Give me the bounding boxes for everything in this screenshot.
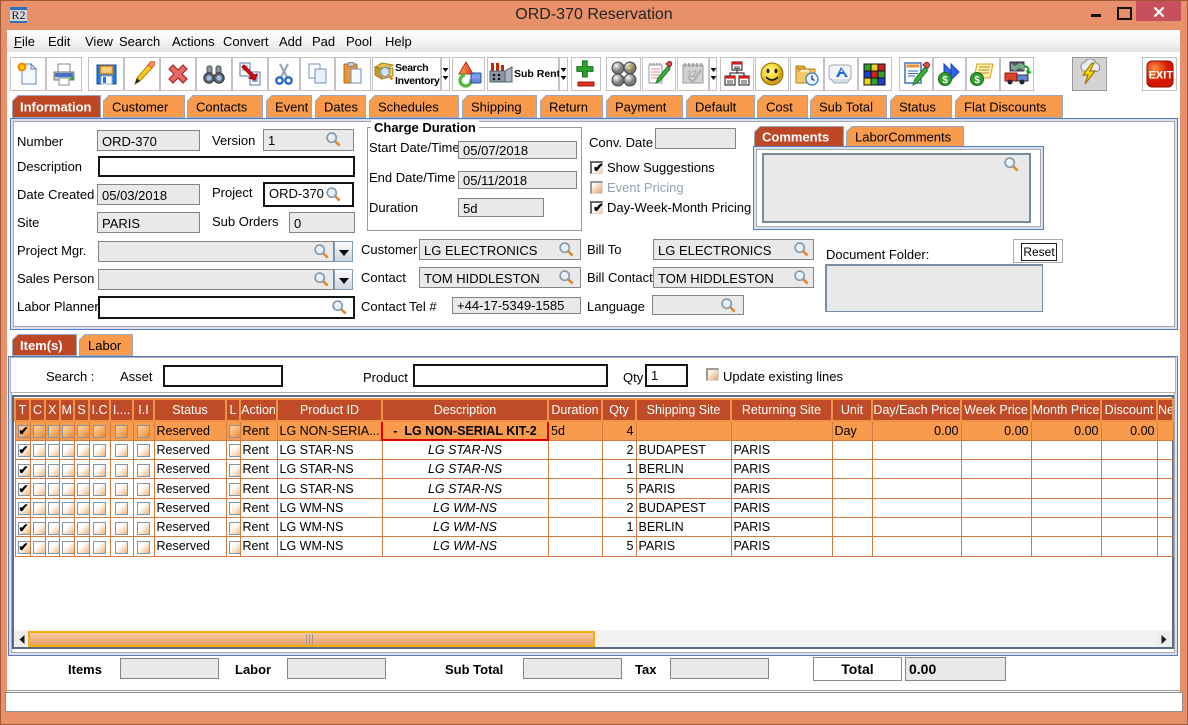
svg-text:Return: Return bbox=[549, 100, 588, 115]
svg-text:Shipping: Shipping bbox=[471, 100, 522, 115]
svg-text:?: ? bbox=[627, 64, 633, 75]
svg-text:Schedules: Schedules bbox=[378, 100, 439, 115]
svg-text:Sub Total: Sub Total bbox=[819, 100, 873, 115]
svg-text:Labor: Labor bbox=[88, 338, 122, 353]
svg-text:Cost: Cost bbox=[766, 100, 793, 115]
svg-text:$: $ bbox=[974, 75, 980, 86]
svg-text:Item(s): Item(s) bbox=[20, 338, 63, 353]
svg-text:Flat Discounts: Flat Discounts bbox=[964, 100, 1047, 115]
svg-text:Default: Default bbox=[695, 100, 737, 115]
svg-text:Payment: Payment bbox=[615, 100, 667, 115]
svg-text:Event: Event bbox=[275, 100, 309, 115]
svg-text:LaborComments: LaborComments bbox=[855, 130, 952, 145]
svg-text:$: $ bbox=[942, 75, 948, 86]
svg-text:Contacts: Contacts bbox=[196, 100, 248, 115]
svg-text:Dates: Dates bbox=[324, 100, 358, 115]
svg-text:EXIT: EXIT bbox=[1148, 70, 1173, 82]
svg-text:Customer: Customer bbox=[112, 100, 169, 115]
svg-text:Status: Status bbox=[899, 100, 936, 115]
svg-text:Comments: Comments bbox=[762, 130, 829, 145]
svg-text:Information: Information bbox=[20, 100, 92, 115]
